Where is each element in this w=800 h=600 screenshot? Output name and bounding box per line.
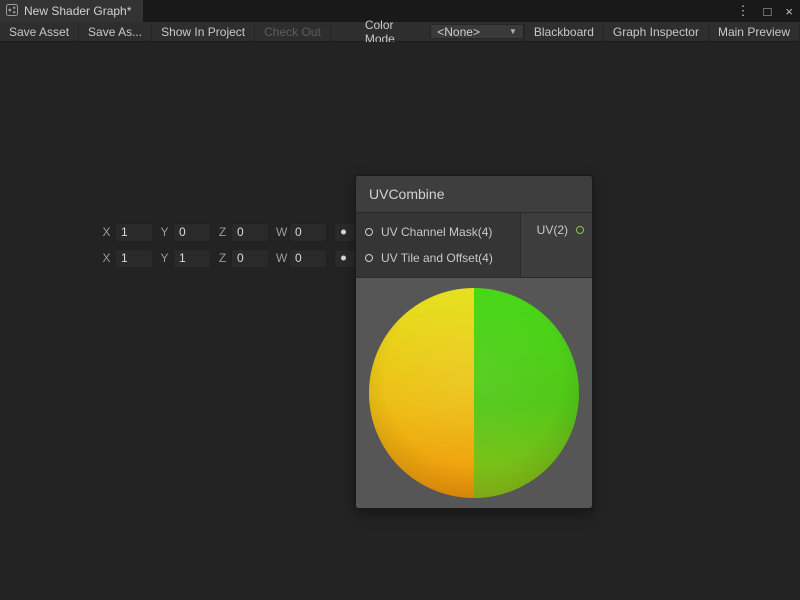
vector-field: Z 0: [218, 223, 269, 242]
field-value-z[interactable]: 0: [231, 223, 269, 242]
field-label-w: W: [276, 225, 285, 239]
field-label-x: X: [102, 225, 111, 239]
node-uvcombine[interactable]: UVCombine UV Channel Mask(4) UV Tile and…: [355, 175, 593, 509]
vector-field: X 1: [102, 249, 153, 268]
field-value-w[interactable]: 0: [289, 249, 327, 268]
port-dot-icon: [341, 256, 346, 261]
output-port-icon[interactable]: [576, 226, 584, 234]
kebab-menu-icon[interactable]: ⋮: [730, 3, 757, 19]
field-value-x[interactable]: 1: [115, 249, 153, 268]
input-port-label: UV Channel Mask(4): [381, 225, 492, 239]
vector-field: Y 0: [160, 223, 211, 242]
blackboard-toggle[interactable]: Blackboard: [524, 22, 604, 41]
node-preview: [356, 278, 592, 508]
vector-field: Y 1: [160, 249, 211, 268]
field-value-x[interactable]: 1: [115, 223, 153, 242]
graph-canvas[interactable]: X 1 Y 0 Z 0 W 0 X 1 Y 1 Z 0 W: [0, 42, 800, 600]
save-as-button[interactable]: Save As...: [79, 22, 152, 41]
tab-title: New Shader Graph*: [24, 4, 131, 18]
port-dot-icon: [341, 230, 346, 235]
input-port-label: UV Tile and Offset(4): [381, 251, 493, 265]
input-port-row: UV Tile and Offset(4): [356, 245, 520, 271]
field-value-y[interactable]: 0: [173, 223, 211, 242]
color-mode-dropdown[interactable]: <None> ▼: [430, 24, 524, 39]
input-port-icon[interactable]: [365, 228, 373, 236]
sphere-shading: [369, 288, 579, 498]
node-header[interactable]: UVCombine: [356, 176, 592, 213]
vector-field: W 0: [276, 249, 327, 268]
shader-graph-icon: [6, 4, 18, 19]
vector-field: X 1: [102, 223, 153, 242]
vector-field: W 0: [276, 223, 327, 242]
check-out-button: Check Out: [255, 22, 331, 41]
vector-field: Z 0: [218, 249, 269, 268]
chevron-down-icon: ▼: [509, 27, 517, 36]
maximize-icon[interactable]: □: [757, 4, 779, 19]
vector4-input-row-2: X 1 Y 1 Z 0 W 0: [102, 248, 356, 268]
field-value-y[interactable]: 1: [173, 249, 211, 268]
toolbar-right-group: Blackboard Graph Inspector Main Preview: [524, 22, 800, 41]
vector4-input-row-1: X 1 Y 0 Z 0 W 0: [102, 222, 356, 242]
tab-new-shader-graph[interactable]: New Shader Graph*: [0, 0, 143, 22]
field-label-x: X: [102, 251, 111, 265]
shader-graph-toolbar: Save Asset Save As... Show In Project Ch…: [0, 22, 800, 42]
field-value-w[interactable]: 0: [289, 223, 327, 242]
color-mode-label: Color Mode: [357, 22, 430, 41]
inline-port-connector[interactable]: [334, 223, 356, 242]
node-inputs: UV Channel Mask(4) UV Tile and Offset(4): [356, 213, 520, 277]
node-ports: UV Channel Mask(4) UV Tile and Offset(4)…: [356, 213, 592, 278]
graph-inspector-toggle[interactable]: Graph Inspector: [604, 22, 709, 41]
node-output: UV(2): [520, 213, 592, 277]
show-in-project-button[interactable]: Show In Project: [152, 22, 255, 41]
field-label-y: Y: [160, 251, 169, 265]
input-port-row: UV Channel Mask(4): [356, 219, 520, 245]
input-port-icon[interactable]: [365, 254, 373, 262]
output-port-label: UV(2): [537, 223, 568, 237]
field-label-z: Z: [218, 251, 227, 265]
field-label-z: Z: [218, 225, 227, 239]
close-icon[interactable]: ×: [778, 4, 800, 19]
node-title: UVCombine: [369, 186, 444, 202]
color-mode-value: <None>: [437, 25, 480, 39]
main-preview-toggle[interactable]: Main Preview: [709, 22, 800, 41]
inline-port-connector[interactable]: [334, 249, 356, 268]
preview-sphere: [369, 288, 579, 498]
save-asset-button[interactable]: Save Asset: [0, 22, 79, 41]
field-label-w: W: [276, 251, 285, 265]
window-controls: ⋮ □ ×: [730, 0, 800, 22]
field-value-z[interactable]: 0: [231, 249, 269, 268]
field-label-y: Y: [160, 225, 169, 239]
